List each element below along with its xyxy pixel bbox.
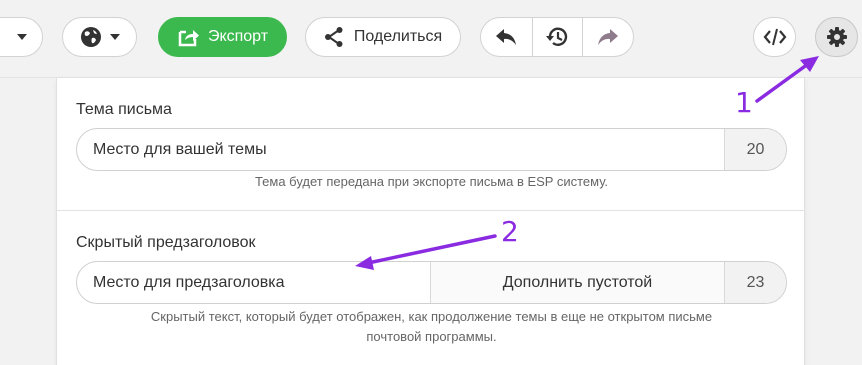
history-icon — [546, 27, 568, 46]
redo-icon — [598, 29, 619, 45]
fill-with-blank-button[interactable]: Дополнить пустотой — [430, 262, 724, 303]
export-icon — [178, 30, 199, 47]
chevron-down-icon — [16, 34, 27, 40]
annotation-marker-1: 1 — [735, 86, 753, 119]
settings-panel: Тема письма Место для вашей темы 20 Тема… — [56, 78, 805, 365]
preheader-hint-line-1: Скрытый текст, который будет отображен, … — [150, 309, 713, 324]
subject-label: Тема письма — [76, 101, 172, 118]
language-dropdown-button[interactable] — [62, 17, 137, 57]
share-icon — [324, 27, 343, 47]
history-button[interactable] — [531, 18, 583, 56]
preheader-field: Место для предзаголовка Дополнить пустот… — [76, 261, 787, 304]
preheader-hint: Скрытый текст, который будет отображен, … — [57, 307, 806, 347]
undo-button[interactable] — [481, 18, 532, 56]
subject-char-count: 20 — [724, 129, 786, 170]
share-label: Поделиться — [353, 28, 443, 45]
subject-hint: Тема будет передана при экспорте письма … — [254, 174, 609, 189]
history-button-group — [480, 17, 634, 57]
preheader-label: Скрытый предзаголовок — [76, 234, 256, 251]
settings-button[interactable] — [815, 17, 858, 57]
subject-field: Место для вашей темы 20 — [76, 128, 787, 171]
gear-icon — [826, 27, 847, 47]
undo-icon — [496, 29, 517, 45]
subject-input[interactable]: Место для вашей темы — [77, 129, 724, 170]
redo-button[interactable] — [582, 18, 633, 56]
share-button[interactable]: Поделиться — [305, 17, 461, 57]
preheader-char-count: 23 — [724, 262, 786, 303]
globe-icon — [80, 27, 101, 47]
export-label: Экспорт — [207, 28, 269, 45]
code-view-button[interactable] — [753, 17, 796, 57]
preheader-hint-line-2: почтовой программы. — [366, 329, 497, 344]
chevron-down-icon — [109, 34, 120, 40]
preheader-input[interactable]: Место для предзаголовка — [77, 262, 430, 303]
toolbar: Экспорт Поделиться — [0, 0, 862, 78]
export-button[interactable]: Экспорт — [158, 17, 287, 57]
section-divider — [57, 210, 804, 211]
code-icon — [763, 28, 786, 46]
annotation-marker-2: 2 — [501, 215, 519, 248]
dropdown-button[interactable] — [0, 17, 43, 57]
